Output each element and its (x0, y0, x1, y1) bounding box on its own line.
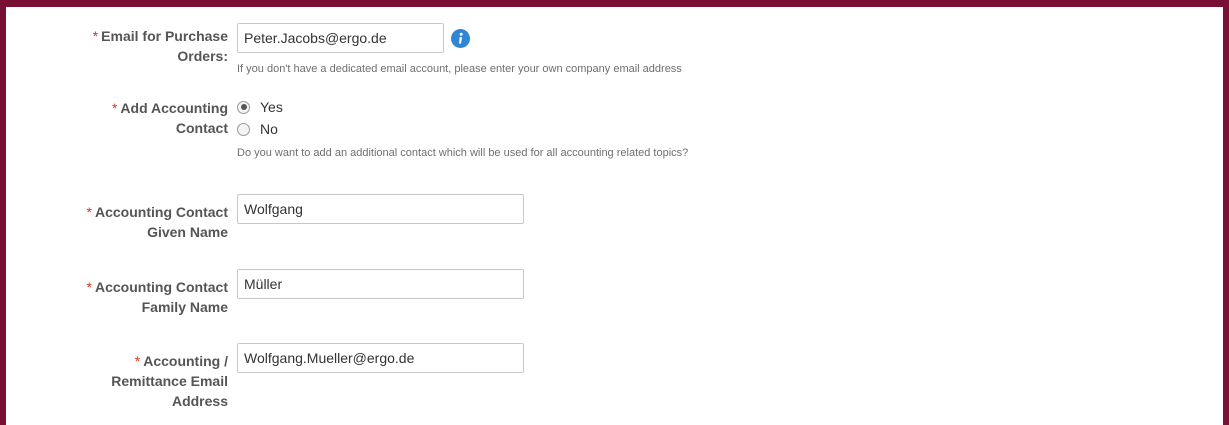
radio-yes[interactable] (237, 100, 250, 114)
add-accounting-contact-hint: Do you want to add an additional contact… (237, 147, 689, 159)
email-po-hint: If you don't have a dedicated email acco… (237, 63, 682, 75)
radio-yes-label: Yes (260, 99, 283, 115)
radio-no-label: No (260, 121, 278, 137)
radio-option-yes[interactable]: Yes (237, 96, 283, 118)
add-accounting-contact-label: * Add Accounting Contact (111, 100, 228, 136)
given-name-input[interactable] (237, 194, 524, 224)
radio-no[interactable] (237, 122, 250, 136)
required-marker: * (134, 353, 141, 369)
required-marker: * (92, 28, 99, 44)
family-name-label: * Accounting Contact Family Name (86, 279, 228, 315)
family-name-input[interactable] (237, 269, 524, 299)
required-marker: * (86, 204, 92, 220)
email-po-input[interactable] (237, 23, 444, 53)
radio-option-no[interactable]: No (237, 118, 283, 140)
add-accounting-contact-radio-group: Yes No (237, 96, 283, 140)
email-po-label: * Email for Purchase Orders: (92, 28, 228, 64)
form-panel: *Email for Purchase Orders: If you don't… (0, 0, 1229, 425)
info-icon[interactable] (451, 29, 470, 48)
remittance-email-label: * Accounting / Remittance Email Address (111, 353, 228, 409)
remittance-email-input[interactable] (237, 343, 524, 373)
given-name-label: * Accounting Contact Given Name (86, 204, 228, 240)
required-marker: * (86, 279, 92, 295)
required-marker: * (111, 100, 118, 116)
